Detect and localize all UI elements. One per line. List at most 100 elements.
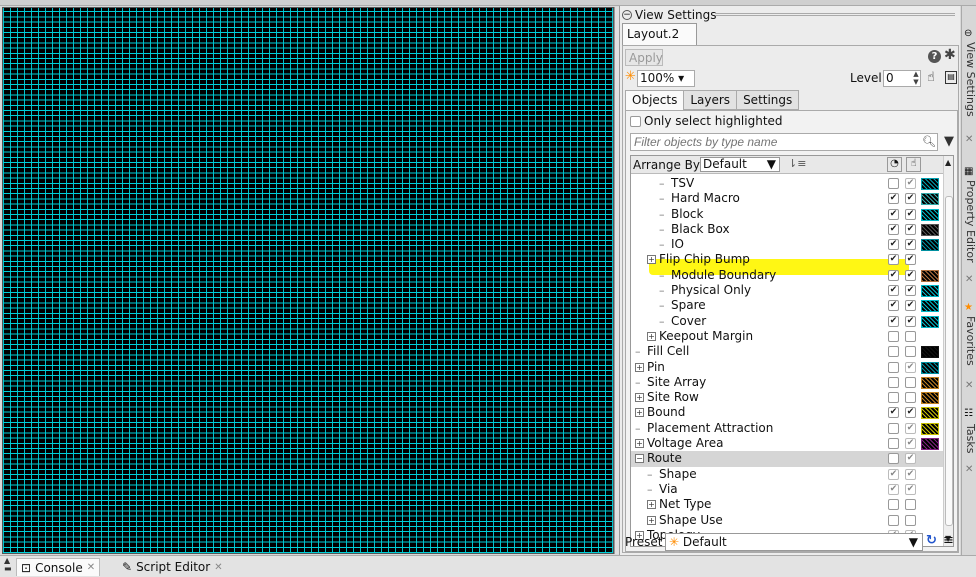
expand-icon[interactable]: + (647, 500, 656, 510)
color-swatch[interactable] (921, 346, 939, 359)
dock-tab-tasks[interactable]: Tasks (962, 424, 976, 453)
filter-icon[interactable]: ▼ (944, 134, 954, 149)
tree-row[interactable]: – Site Array (631, 375, 943, 390)
selectable-checkbox[interactable] (888, 376, 899, 388)
tree-row[interactable]: – Hard Macro ✔ ✔ (631, 191, 943, 206)
tree-row[interactable]: – Shape ✔ ✔ (631, 467, 943, 482)
visible-checkbox[interactable]: ✔ (905, 285, 916, 297)
help-icon[interactable]: ? (928, 50, 941, 63)
color-swatch[interactable] (921, 300, 939, 313)
color-swatch[interactable] (921, 208, 939, 221)
layout-canvas[interactable] (2, 7, 614, 554)
close-icon[interactable]: ✕ (965, 274, 973, 285)
dock-tab-property-editor[interactable]: Property Editor (962, 180, 976, 263)
selectable-checkbox[interactable] (888, 346, 899, 358)
selectable-checkbox[interactable]: ✔ (888, 285, 899, 297)
dock-tab-view-settings[interactable]: View Settings (962, 42, 976, 117)
tree-row[interactable]: + Pin ✔ (631, 360, 943, 375)
expand-icon[interactable]: + (635, 439, 644, 449)
visible-checkbox[interactable] (905, 392, 916, 404)
selectable-checkbox[interactable]: ✔ (888, 254, 899, 266)
copy-icon[interactable]: ▤ (945, 71, 957, 84)
visible-checkbox[interactable]: ✔ (905, 223, 916, 235)
tree-row[interactable]: – Black Box ✔ ✔ (631, 222, 943, 237)
tree-row[interactable]: – Placement Attraction ✔ (631, 421, 943, 436)
color-swatch[interactable] (921, 392, 939, 405)
selectable-checkbox[interactable] (888, 330, 899, 342)
selectable-checkbox[interactable] (888, 422, 899, 434)
dock-tab-favorites[interactable]: Favorites (962, 316, 976, 366)
tab-settings[interactable]: Settings (736, 90, 800, 110)
refresh-icon[interactable]: ↻ (926, 533, 937, 548)
color-swatch[interactable] (921, 178, 939, 190)
scroll-thumb[interactable] (945, 196, 953, 526)
tree-row[interactable]: + Flip Chip Bump ✔ ✔ (631, 252, 943, 267)
visible-checkbox[interactable]: ✔ (905, 361, 916, 373)
tree-row[interactable]: – Fill Cell (631, 344, 943, 359)
tree-scrollbar[interactable]: ▲ ▼ (943, 156, 953, 546)
expand-icon[interactable]: + (647, 255, 656, 265)
close-icon[interactable]: ✕ (965, 380, 973, 391)
color-swatch[interactable] (921, 376, 939, 389)
selectable-checkbox[interactable]: ✔ (888, 239, 899, 251)
visible-checkbox[interactable] (905, 514, 916, 526)
pointer-icon[interactable]: ☝ (927, 70, 935, 85)
panel-toggle-icon[interactable]: ▲ ▬ (4, 557, 12, 573)
color-swatch[interactable] (921, 193, 939, 206)
tree-row[interactable]: – Cover ✔ ✔ (631, 314, 943, 329)
visible-checkbox[interactable] (905, 499, 916, 511)
tab-objects[interactable]: Objects (625, 90, 685, 111)
expand-icon[interactable]: + (647, 331, 656, 341)
visible-checkbox[interactable] (905, 346, 916, 358)
arrange-by-select[interactable]: Default ▼ (700, 157, 780, 172)
color-swatch[interactable] (921, 315, 939, 328)
tree-row[interactable]: + Net Type (631, 497, 943, 512)
visible-checkbox[interactable]: ✔ (905, 239, 916, 251)
expand-icon[interactable]: + (635, 362, 644, 372)
preset-select[interactable]: ✳ Default ▼ (665, 533, 923, 551)
tree-row[interactable]: + Keepout Margin (631, 329, 943, 344)
selectable-checkbox[interactable] (888, 438, 899, 450)
expand-icon[interactable]: + (635, 408, 644, 418)
selectable-column-icon[interactable]: ◔ (887, 157, 902, 172)
expand-icon[interactable]: + (647, 515, 656, 525)
visible-checkbox[interactable]: ✔ (905, 422, 916, 434)
tree-row[interactable]: – Block ✔ ✔ (631, 207, 943, 222)
search-icon[interactable]: 🔍︎ (922, 135, 936, 148)
visible-checkbox[interactable]: ✔ (905, 254, 916, 266)
collapse-icon[interactable]: ⊖ (964, 28, 972, 39)
expand-icon[interactable]: + (635, 393, 644, 403)
tree-row[interactable]: – Spare ✔ ✔ (631, 298, 943, 313)
selectable-checkbox[interactable] (888, 361, 899, 373)
filter-input[interactable] (630, 133, 938, 151)
selectable-checkbox[interactable] (888, 178, 899, 189)
visible-checkbox[interactable] (905, 376, 916, 388)
visible-checkbox[interactable]: ✔ (905, 483, 916, 495)
apply-button[interactable]: Apply (625, 49, 663, 66)
selectable-checkbox[interactable] (888, 453, 899, 465)
visible-checkbox[interactable]: ✔ (905, 208, 916, 220)
close-icon[interactable]: ✕ (214, 562, 222, 573)
tree-row[interactable]: − Route ✔ (631, 451, 943, 467)
tree-row[interactable]: + Bound ✔ ✔ (631, 405, 943, 420)
visible-checkbox[interactable]: ✔ (905, 407, 916, 419)
tree-row[interactable]: + Site Row (631, 390, 943, 405)
visible-checkbox[interactable]: ✔ (905, 438, 916, 450)
tab-console[interactable]: ⊡ Console ✕ (16, 558, 101, 576)
scroll-up-icon[interactable]: ▲ (945, 158, 951, 167)
menu-icon[interactable]: ≡ (943, 533, 954, 548)
selectable-checkbox[interactable]: ✔ (888, 208, 899, 220)
collapse-icon[interactable]: − (635, 454, 644, 464)
selectable-checkbox[interactable]: ✔ (888, 300, 899, 312)
selectable-checkbox[interactable]: ✔ (888, 269, 899, 281)
tree-row[interactable]: – Module Boundary ✔ ✔ (631, 268, 943, 283)
visible-checkbox[interactable]: ✔ (905, 300, 916, 312)
tab-layers[interactable]: Layers (683, 90, 738, 110)
close-icon[interactable]: ✕ (87, 562, 95, 573)
gear-icon[interactable]: ✱ (944, 47, 956, 63)
color-swatch[interactable] (921, 407, 939, 420)
selectable-checkbox[interactable] (888, 499, 899, 511)
close-icon[interactable]: ✕ (965, 464, 973, 475)
color-swatch[interactable] (921, 285, 939, 298)
selectable-checkbox[interactable]: ✔ (888, 407, 899, 419)
